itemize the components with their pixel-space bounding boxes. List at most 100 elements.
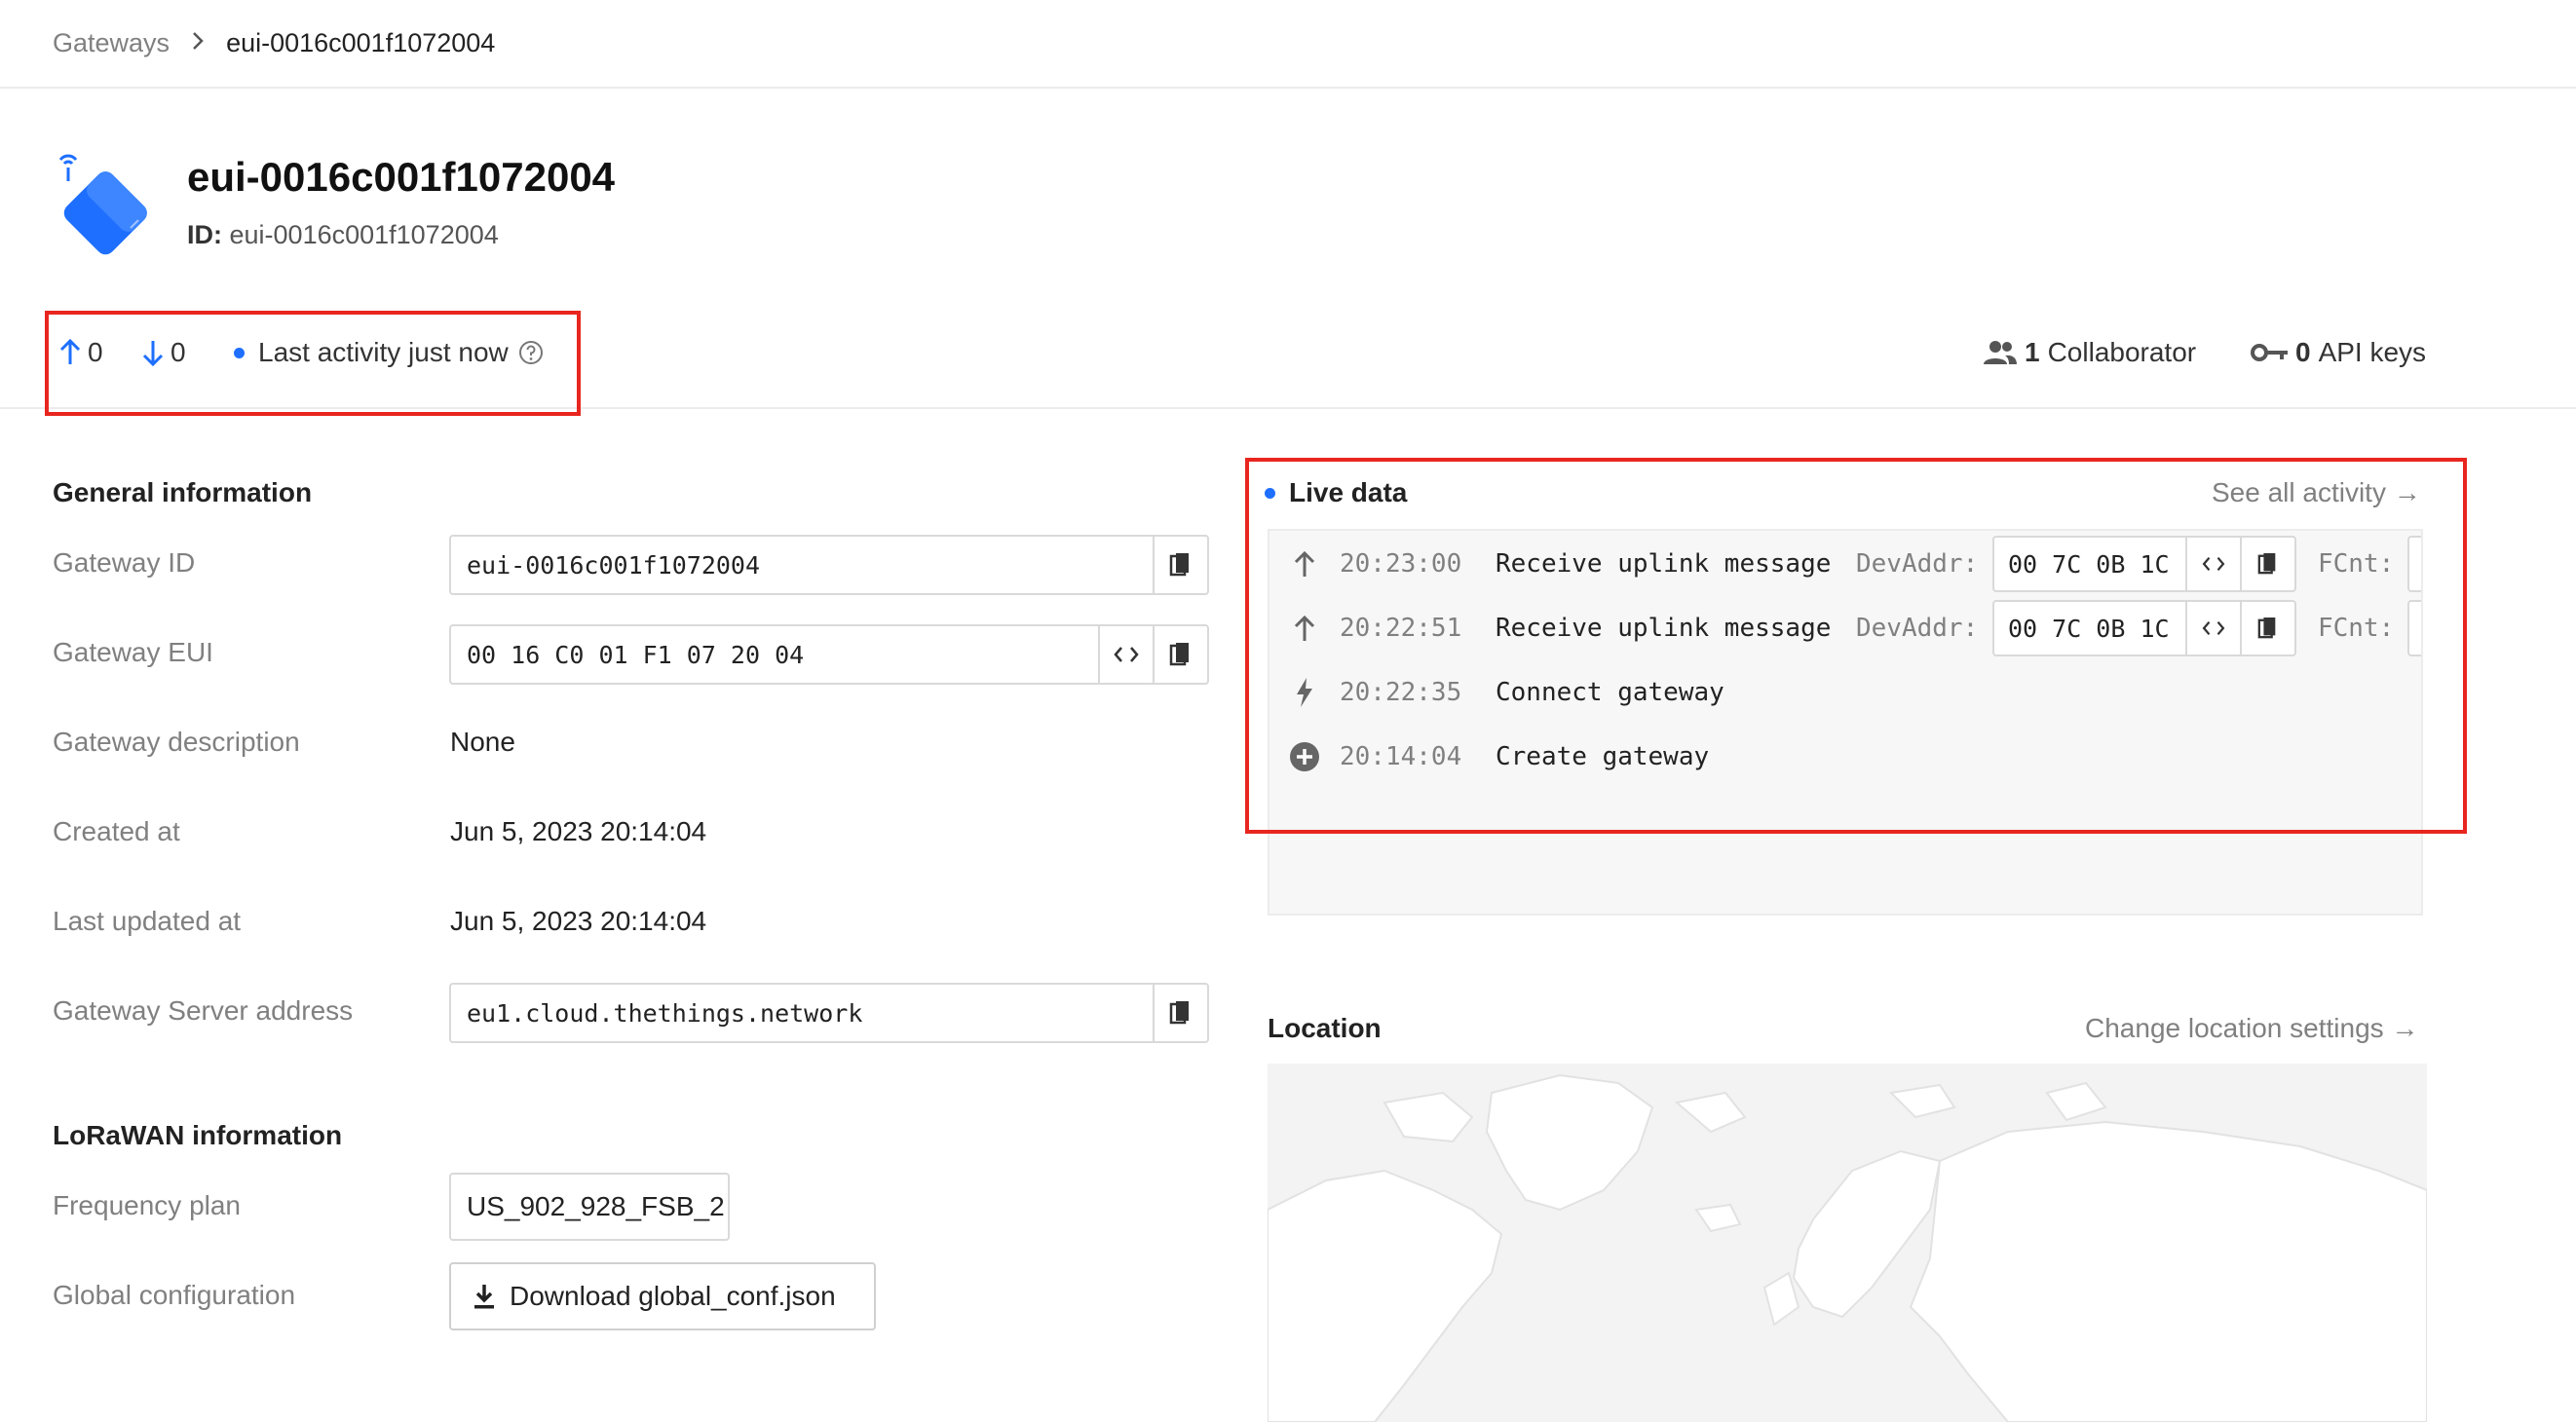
frequency-plan-label: Frequency plan <box>53 1190 242 1220</box>
code-icon <box>1114 647 1139 662</box>
api-keys-link[interactable]: 0 API keys <box>2251 337 2426 368</box>
lorawan-info-title: LoRaWAN information <box>53 1120 343 1150</box>
description-label: Gateway description <box>53 727 300 757</box>
last-activity: Last activity just now <box>234 337 549 368</box>
gateway-eui-value[interactable]: 00 16 C0 01 F1 07 20 04 <box>451 626 1098 683</box>
gateway-eui-label: Gateway EUI <box>53 637 213 667</box>
downlink-counter: 0 <box>141 337 186 368</box>
devaddr-value[interactable]: 00 7C 0B 1C <box>1994 602 2185 655</box>
event-row[interactable]: 20:22:35 Connect gateway <box>1287 663 1856 722</box>
id-label: ID: <box>187 220 222 249</box>
live-data-title-text: Live data <box>1289 477 1408 507</box>
downlink-count: 0 <box>170 337 186 367</box>
event-key: DevAddr: <box>1856 549 1979 579</box>
last-activity-text: Last activity just now <box>258 337 509 367</box>
arrow-down-icon <box>142 341 164 367</box>
uplink-counter: 0 <box>58 337 103 368</box>
live-data-panel: 20:23:00 Receive uplink message DevAddr:… <box>1268 529 2423 916</box>
fcnt-field <box>2407 600 2421 656</box>
created-value: Jun 5, 2023 20:14:04 <box>450 816 707 846</box>
event-name: Create gateway <box>1496 742 1710 771</box>
devaddr-field: 00 7C 0B 1C <box>1992 536 2296 592</box>
server-address-value[interactable]: eu1.cloud.thethings.network <box>451 985 1153 1041</box>
code-icon <box>2202 556 2225 572</box>
toggle-eui-format-button[interactable] <box>1098 626 1153 683</box>
chevron-right-icon <box>191 28 205 58</box>
gateway-eui-field: 00 16 C0 01 F1 07 20 04 <box>449 624 1209 685</box>
general-info-title: General information <box>53 477 313 507</box>
copy-icon <box>1169 643 1189 666</box>
devaddr-value[interactable]: 00 7C 0B 1C <box>1994 538 2185 590</box>
copy-gateway-id-button[interactable] <box>1153 537 1207 593</box>
arrow-up-icon <box>59 338 81 364</box>
updated-value: Jun 5, 2023 20:14:04 <box>450 906 707 936</box>
download-icon <box>474 1285 494 1309</box>
uplink-count: 0 <box>88 337 103 367</box>
copy-server-address-button[interactable] <box>1153 985 1207 1041</box>
api-keys-count: 0 <box>2295 337 2311 367</box>
download-label: Download global_conf.json <box>510 1281 836 1311</box>
breadcrumb: Gateways eui-0016c001f1072004 <box>0 0 2576 89</box>
event-fcnt-key: FCnt: <box>2318 549 2395 579</box>
arrow-up-icon <box>1287 549 1322 579</box>
devaddr-field: 00 7C 0B 1C <box>1992 600 2296 656</box>
gateway-id-value[interactable]: eui-0016c001f1072004 <box>451 537 1153 593</box>
copy-devaddr-button[interactable] <box>2240 602 2294 655</box>
copy-icon <box>1169 1001 1189 1025</box>
change-location-link[interactable]: Change location settings → <box>2085 1013 2418 1044</box>
world-map <box>1268 1064 2427 1422</box>
updated-label: Last updated at <box>53 906 242 936</box>
event-row[interactable]: 20:23:00 Receive uplink message DevAddr:… <box>1287 535 2421 593</box>
collaborators-count: 1 <box>2025 337 2040 367</box>
copy-icon <box>1169 553 1189 577</box>
event-name: Receive uplink message <box>1496 549 1832 579</box>
page-title: eui-0016c001f1072004 <box>187 154 616 200</box>
copy-icon <box>2257 553 2276 575</box>
breadcrumb-gateways-link[interactable]: Gateways <box>53 28 170 58</box>
plus-circle-icon <box>1287 741 1322 772</box>
toggle-devaddr-format-button[interactable] <box>2185 602 2240 655</box>
server-address-field: eu1.cloud.thethings.network <box>449 983 1209 1043</box>
code-icon <box>2202 620 2225 636</box>
description-value: None <box>450 727 515 757</box>
server-address-label: Gateway Server address <box>53 995 354 1026</box>
location-map[interactable] <box>1268 1064 2427 1422</box>
collaborators-link[interactable]: 1 Collaborator <box>1982 337 2196 368</box>
event-name: Receive uplink message <box>1496 614 1832 643</box>
copy-devaddr-button[interactable] <box>2240 538 2294 590</box>
event-row[interactable]: 20:22:51 Receive uplink message DevAddr:… <box>1287 599 2421 657</box>
live-data-title: Live data <box>1265 477 1407 508</box>
people-icon <box>1984 341 2017 364</box>
event-time: 20:14:04 <box>1340 742 1462 771</box>
help-icon[interactable] <box>518 340 544 365</box>
event-name: Connect gateway <box>1496 678 1724 707</box>
gateway-id-label: Gateway ID <box>53 547 196 578</box>
created-label: Created at <box>53 816 180 846</box>
toggle-devaddr-format-button[interactable] <box>2185 538 2240 590</box>
fcnt-field <box>2407 536 2421 592</box>
lightning-icon <box>1287 677 1322 708</box>
gateway-id-subtitle: ID: eui-0016c001f1072004 <box>187 220 499 250</box>
see-all-activity-link[interactable]: See all activity → <box>2212 477 2421 508</box>
global-config-label: Global configuration <box>53 1280 296 1310</box>
location-title: Location <box>1268 1013 1382 1043</box>
key-icon <box>2251 344 2288 361</box>
frequency-plan-value: US_902_928_FSB_2 <box>449 1173 730 1241</box>
event-row[interactable]: 20:14:04 Create gateway <box>1287 728 1856 786</box>
event-time: 20:22:35 <box>1340 678 1462 707</box>
breadcrumb-current: eui-0016c001f1072004 <box>226 28 496 57</box>
api-keys-label: API keys <box>2318 337 2427 367</box>
copy-icon <box>2257 617 2276 639</box>
download-global-conf-button[interactable]: Download global_conf.json <box>449 1262 876 1330</box>
stats-row: 0 0 Last activity just now 1 Collaborato… <box>0 312 2576 409</box>
event-key: DevAddr: <box>1856 614 1979 643</box>
gateway-icon <box>55 152 158 263</box>
event-time: 20:23:00 <box>1340 549 1462 579</box>
status-dot-icon <box>234 347 245 358</box>
copy-gateway-eui-button[interactable] <box>1153 626 1207 683</box>
gateway-id-field: eui-0016c001f1072004 <box>449 535 1209 595</box>
collaborators-label: Collaborator <box>2047 337 2197 367</box>
arrow-up-icon <box>1287 614 1322 643</box>
live-dot-icon <box>1265 487 1275 499</box>
event-fcnt-key: FCnt: <box>2318 614 2395 643</box>
